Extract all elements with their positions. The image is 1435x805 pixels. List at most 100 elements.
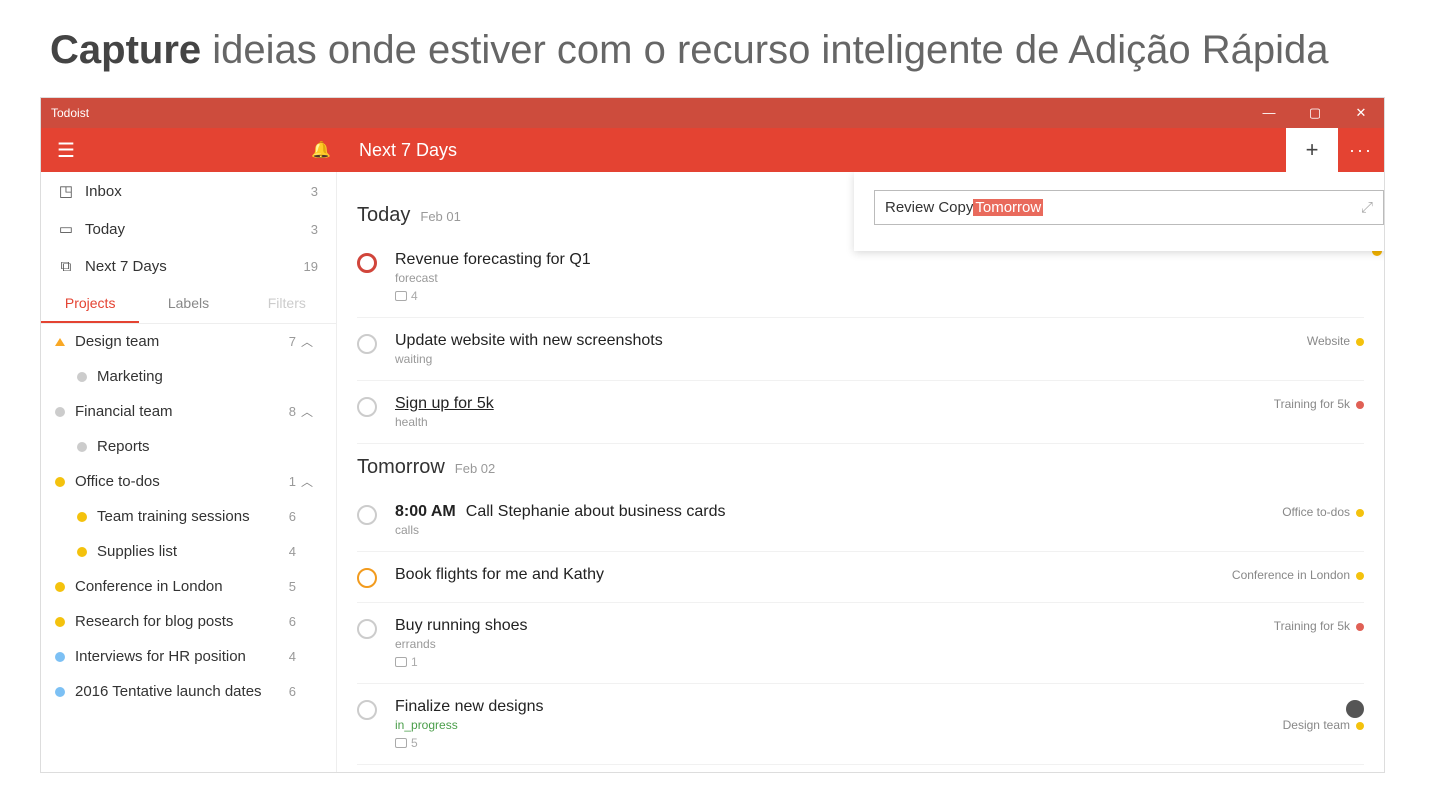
task-checkbox[interactable]: [357, 253, 377, 273]
project-team-training-sessions[interactable]: Team training sessions 6: [41, 499, 336, 534]
tab-projects[interactable]: Projects: [41, 285, 139, 323]
project-color-icon: [77, 547, 87, 557]
project-label: Supplies list: [97, 543, 274, 560]
project-label: Financial team: [75, 403, 274, 420]
project-count: 4: [274, 649, 296, 664]
task-title: Finalize new designs: [395, 698, 1244, 716]
next7-icon: ⧉: [55, 258, 77, 275]
task-project-tag: Office to-dos: [1282, 505, 1350, 519]
task-time: 8:00 AM: [395, 503, 456, 520]
project-marketing[interactable]: Marketing: [41, 359, 336, 394]
project-label: Marketing: [97, 368, 274, 385]
section-day: Today: [357, 204, 410, 227]
task-row[interactable]: 8:00 AMCall Stephanie about business car…: [357, 489, 1364, 552]
project-design-team[interactable]: Design team 7 ︿: [41, 324, 336, 359]
task-checkbox[interactable]: [357, 700, 377, 720]
task-row[interactable]: Update website with new screenshotswaiti…: [357, 318, 1364, 381]
maximize-button[interactable]: ▢: [1292, 98, 1338, 128]
more-menu-button[interactable]: ···: [1338, 140, 1384, 161]
project-interviews-for-hr-position[interactable]: Interviews for HR position 4: [41, 639, 336, 674]
task-right: Training for 5k: [1244, 617, 1364, 633]
task-row[interactable]: Book flights for me and Kathy Conference…: [357, 552, 1364, 603]
comment-icon: [395, 657, 407, 667]
app-window: Todoist — ▢ ✕ ☰ 🔔 Next 7 Days + ··· ◳ In…: [40, 97, 1385, 773]
headline-rest: ideias onde estiver com o recurso inteli…: [201, 28, 1328, 72]
task-right: Office to-dos: [1244, 503, 1364, 519]
project-count: 7: [274, 334, 296, 349]
page-headline: Capture ideias onde estiver com o recurs…: [0, 0, 1435, 87]
task-meta: health: [395, 415, 1244, 429]
titlebar: Todoist — ▢ ✕: [41, 98, 1384, 128]
project-count: 6: [274, 509, 296, 524]
project-reports[interactable]: Reports: [41, 429, 336, 464]
hamburger-icon[interactable]: ☰: [41, 138, 81, 163]
project-count: 1: [274, 474, 296, 489]
task-checkbox[interactable]: [357, 397, 377, 417]
project-office-to-dos[interactable]: Office to-dos 1 ︿: [41, 464, 336, 499]
task-title: 8:00 AMCall Stephanie about business car…: [395, 503, 1244, 521]
section-date: Feb 01: [420, 209, 460, 224]
nav-item-next-7-days[interactable]: ⧉ Next 7 Days 19: [41, 248, 336, 285]
tag-dot-icon: [1356, 623, 1364, 631]
task-checkbox[interactable]: [357, 619, 377, 639]
task-row[interactable]: Finalize new designsin_progress5 Design …: [357, 684, 1364, 765]
task-checkbox[interactable]: [357, 334, 377, 354]
nav-item-today[interactable]: ▭ Today 3: [41, 210, 336, 248]
task-project-tag: Training for 5k: [1274, 397, 1350, 411]
comment-icon: [395, 291, 407, 301]
tag-dot-icon: [1356, 338, 1364, 346]
chevron-up-icon[interactable]: ︿: [296, 333, 318, 350]
tab-filters[interactable]: Filters: [238, 285, 336, 323]
project-2016-tentative-launch-dates[interactable]: 2016 Tentative launch dates 6: [41, 674, 336, 709]
close-button[interactable]: ✕: [1338, 98, 1384, 128]
task-checkbox[interactable]: [357, 568, 377, 588]
project-label: Team training sessions: [97, 508, 274, 525]
expand-icon[interactable]: ⤢: [1361, 199, 1373, 216]
task-title: Sign up for 5k: [395, 395, 1244, 413]
nav-count: 19: [304, 259, 318, 274]
task-meta: errands: [395, 637, 1244, 651]
project-color-icon: [77, 512, 87, 522]
nav-label: Next 7 Days: [85, 258, 304, 275]
quick-add-button[interactable]: +: [1286, 128, 1338, 172]
task-checkbox[interactable]: [357, 505, 377, 525]
tab-labels[interactable]: Labels: [139, 285, 237, 323]
notifications-icon[interactable]: 🔔: [311, 142, 331, 159]
task-comments[interactable]: 4: [395, 289, 1244, 303]
quick-add-date-highlight: Tomorrow: [973, 199, 1043, 216]
project-count: 8: [274, 404, 296, 419]
minimize-button[interactable]: —: [1246, 98, 1292, 128]
toolbar: ☰ 🔔 Next 7 Days + ···: [41, 128, 1384, 172]
task-row[interactable]: Buy running shoeserrands1 Training for 5…: [357, 603, 1364, 684]
quick-add-input[interactable]: Review Copy Tomorrow ⤢: [874, 190, 1384, 225]
task-project-tag: Design team: [1283, 718, 1350, 732]
tag-dot-icon: [1356, 572, 1364, 580]
sidebar: ◳ Inbox 3▭ Today 3⧉ Next 7 Days 19 Proje…: [41, 172, 337, 772]
chevron-up-icon[interactable]: ︿: [296, 403, 318, 420]
task-title: Update website with new screenshots: [395, 332, 1244, 350]
project-financial-team[interactable]: Financial team 8 ︿: [41, 394, 336, 429]
main-content: Review Copy Tomorrow ⤢ Today Feb 01 Reve…: [337, 172, 1384, 772]
project-conference-in-london[interactable]: Conference in London 5: [41, 569, 336, 604]
nav-label: Today: [85, 221, 311, 238]
project-color-icon: [55, 582, 65, 592]
project-research-for-blog-posts[interactable]: Research for blog posts 6: [41, 604, 336, 639]
project-label: Conference in London: [75, 578, 274, 595]
project-label: Research for blog posts: [75, 613, 274, 630]
nav-count: 3: [311, 222, 318, 237]
project-label: Office to-dos: [75, 473, 274, 490]
project-color-icon: [55, 652, 65, 662]
task-right: [1244, 251, 1364, 253]
assignee-avatar: [1346, 700, 1364, 718]
sidebar-tabs: Projects Labels Filters: [41, 285, 336, 324]
task-comments[interactable]: 1: [395, 655, 1244, 669]
section-header: Tomorrow Feb 02: [357, 456, 1364, 479]
nav-item-inbox[interactable]: ◳ Inbox 3: [41, 172, 336, 210]
tag-dot-icon: [1356, 509, 1364, 517]
headline-bold: Capture: [50, 28, 201, 72]
project-count: 6: [274, 684, 296, 699]
chevron-up-icon[interactable]: ︿: [296, 473, 318, 490]
project-supplies-list[interactable]: Supplies list 4: [41, 534, 336, 569]
task-comments[interactable]: 5: [395, 736, 1244, 750]
task-row[interactable]: Sign up for 5k health Training for 5k: [357, 381, 1364, 444]
